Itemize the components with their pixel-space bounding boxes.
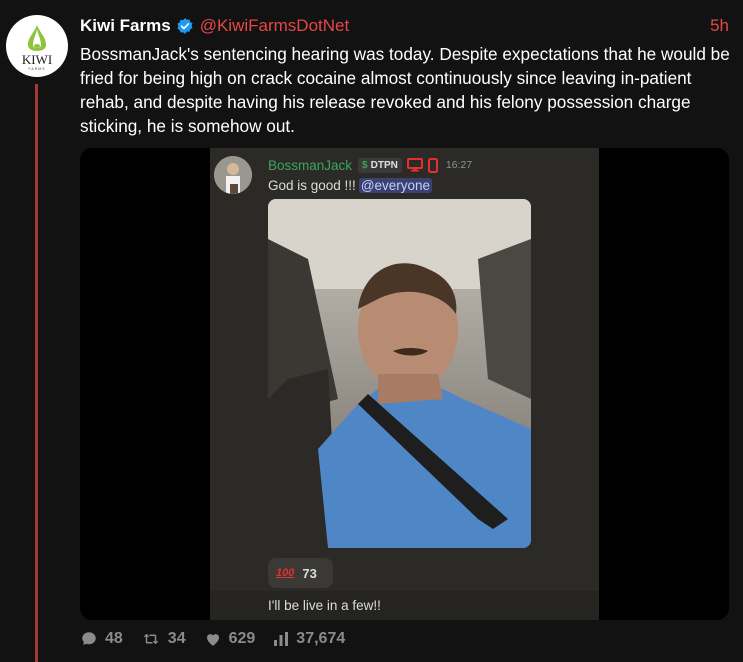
- dollar-icon: $: [362, 159, 368, 171]
- 100-emoji: 100: [276, 567, 295, 579]
- reaction-100[interactable]: 100 73: [268, 558, 333, 588]
- discord-screenshot: BossmanJack $ DTPN 16:27 God is good !!!…: [210, 148, 599, 620]
- tweet-time[interactable]: 5h: [710, 16, 729, 36]
- like-count: 629: [228, 630, 256, 647]
- mobile-icon: [427, 157, 438, 173]
- tweet-header: Kiwi Farms @KiwiFarmsDotNet 5h: [80, 14, 729, 38]
- heart-icon: [206, 634, 219, 646]
- discord-tag: $ DTPN: [358, 157, 402, 173]
- retweet-icon: [143, 633, 159, 645]
- author-name[interactable]: Kiwi Farms: [80, 16, 171, 36]
- author-handle[interactable]: @KiwiFarmsDotNet: [200, 16, 350, 36]
- reply-icon: [82, 632, 96, 645]
- avatar[interactable]: KIWI FARMS: [6, 15, 68, 77]
- reply-count: 48: [105, 630, 123, 647]
- discord-username: BossmanJack: [268, 157, 353, 173]
- thread-line: [35, 84, 38, 662]
- tweet-actions: 48 34 629 37,674: [80, 628, 363, 650]
- discord-message-header: BossmanJack $ DTPN 16:27: [268, 156, 472, 174]
- kiwi-logo-icon: KIWI FARMS: [22, 25, 52, 71]
- discord-avatar: [214, 156, 252, 194]
- svg-text:KIWI: KIWI: [22, 52, 52, 67]
- discord-followup-message: I'll be live in a few!!: [210, 591, 599, 620]
- retweet-button[interactable]: 34: [141, 630, 186, 648]
- views-count: 37,674: [296, 630, 346, 647]
- views-button[interactable]: 37,674: [273, 630, 345, 648]
- selfie-photo: [268, 199, 531, 548]
- discord-timestamp: 16:27: [445, 159, 473, 171]
- reply-button[interactable]: 48: [80, 630, 123, 648]
- retweet-count: 34: [167, 630, 186, 647]
- desktop-icon: [406, 158, 423, 172]
- verified-badge-icon: [177, 18, 193, 34]
- mention-everyone: @everyone: [358, 178, 433, 193]
- reaction-count: 73: [302, 565, 317, 581]
- discord-message: God is good !!! @everyone: [268, 178, 433, 193]
- tweet-text: BossmanJack's sentencing hearing was tod…: [80, 44, 730, 136]
- like-button[interactable]: 629: [204, 630, 256, 648]
- media-card[interactable]: BossmanJack $ DTPN 16:27 God is good !!!…: [80, 148, 729, 620]
- bar-chart-icon: [274, 632, 289, 646]
- svg-text:FARMS: FARMS: [28, 67, 45, 71]
